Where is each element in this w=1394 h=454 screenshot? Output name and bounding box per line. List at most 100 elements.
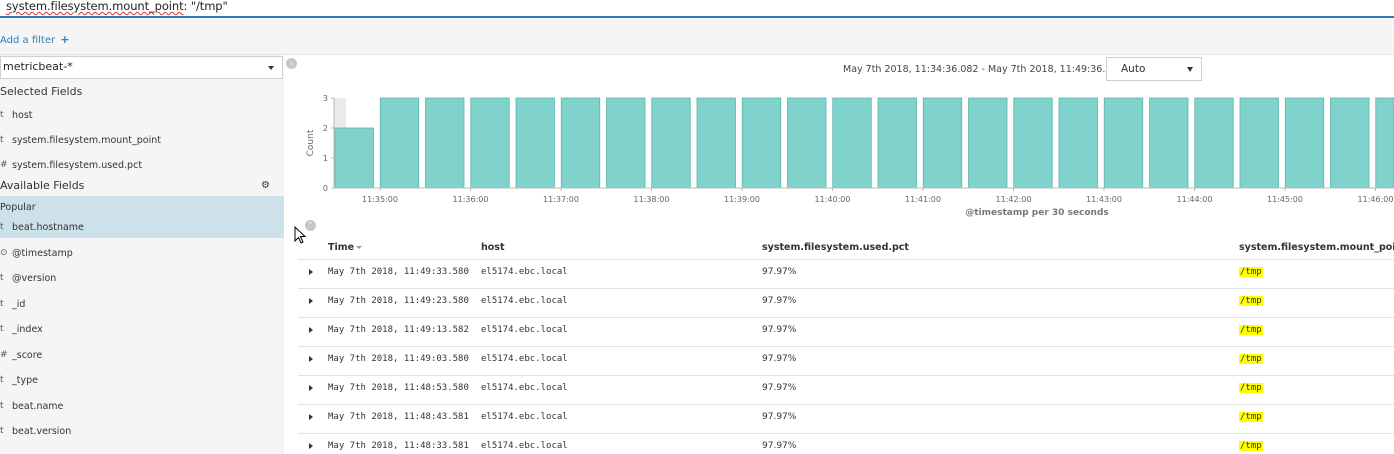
sort-icon[interactable] [356, 246, 363, 249]
x-tick-label: 11:41:00 [905, 195, 941, 204]
cell-mount-point: /tmp [1239, 296, 1263, 306]
available-field-item[interactable]: t beat.version [0, 422, 284, 444]
x-tick-label: 11:35:00 [362, 195, 398, 204]
histogram-bar [515, 97, 555, 189]
table-row[interactable]: May 7th 2018, 11:49:13.582 el5174.ebc.loc… [298, 317, 1394, 346]
cell-host: el5174.ebc.local [481, 267, 568, 277]
selected-field-item[interactable]: t system.filesystem.mount_point [0, 131, 284, 153]
highlighted-match: /tmp [1239, 325, 1263, 335]
histogram-bar [968, 97, 1008, 189]
plus-icon: + [60, 33, 70, 46]
field-name: _id [12, 299, 26, 310]
available-field-item[interactable]: t _index [0, 320, 284, 342]
table-row[interactable]: May 7th 2018, 11:49:03.580 el5174.ebc.loc… [298, 346, 1394, 375]
x-tick-label: 11:38:00 [634, 195, 670, 204]
field-name: @version [12, 273, 57, 284]
field-name: _index [12, 324, 43, 335]
mouse-cursor-icon [294, 226, 306, 244]
collapse-sidebar-icon[interactable]: ‹ [286, 58, 297, 69]
histogram-chart[interactable]: 0 1 2 3 Count 11:35:00 11:36:00 11:37:00 11:38:0… [300, 88, 1394, 220]
histogram-bar [1103, 97, 1144, 189]
available-field-item[interactable]: # _score [0, 346, 284, 368]
y-axis-label: Count [306, 129, 316, 156]
histogram-bar [696, 97, 736, 189]
highlighted-match: /tmp [1239, 412, 1263, 422]
cell-used-pct: 97.97% [762, 412, 797, 422]
cell-time: May 7th 2018, 11:49:03.580 [328, 354, 469, 364]
field-name: _type [12, 375, 38, 386]
cell-used-pct: 97.97% [762, 383, 797, 393]
column-header-used-pct[interactable]: system.filesystem.used.pct [762, 242, 909, 253]
column-header-time[interactable]: Time [328, 242, 363, 253]
expand-row-icon[interactable] [309, 298, 313, 304]
scroll-to-top-icon[interactable]: ˄ [305, 220, 316, 231]
histogram-bar [1149, 97, 1189, 189]
available-field-item[interactable]: t beat.hostname [0, 218, 284, 240]
column-header-host[interactable]: host [481, 242, 505, 253]
available-field-item[interactable]: t @version [0, 269, 284, 291]
available-fields-heading: Available Fields [0, 179, 85, 192]
histogram-bar [379, 97, 420, 189]
field-type-icon: t [0, 135, 4, 145]
histogram-bar [1058, 97, 1098, 189]
expand-row-icon[interactable] [309, 385, 313, 391]
interval-select[interactable]: Auto [1106, 57, 1202, 81]
x-axis-label: @timestamp per 30 seconds [965, 208, 1109, 218]
selected-field-item[interactable]: # system.filesystem.used.pct [0, 156, 284, 178]
query-bar[interactable]: system.filesystem.mount_point: "/tmp" [0, 0, 1394, 18]
caret-down-icon [1187, 67, 1193, 72]
available-field-item[interactable]: t _id [0, 295, 284, 317]
histogram-bar [741, 97, 782, 189]
histogram-bar [560, 97, 601, 189]
cell-used-pct: 97.97% [762, 267, 797, 277]
histogram-bar [606, 97, 646, 189]
x-tick-label: 11:43:00 [1086, 195, 1122, 204]
histogram-bar [1375, 97, 1394, 189]
selected-fields-heading: Selected Fields [0, 85, 83, 98]
selected-field-item[interactable]: t host [0, 106, 284, 128]
x-tick-label: 11:37:00 [543, 195, 579, 204]
highlighted-match: /tmp [1239, 267, 1263, 277]
highlighted-match: /tmp [1239, 441, 1263, 451]
field-name: beat.hostname [12, 222, 84, 233]
table-row[interactable]: May 7th 2018, 11:49:23.580 el5174.ebc.loc… [298, 288, 1394, 317]
expand-row-icon[interactable] [309, 269, 313, 275]
highlighted-match: /tmp [1239, 296, 1263, 306]
expand-row-icon[interactable] [309, 414, 313, 420]
field-name: host [12, 110, 33, 121]
histogram-bar [1194, 97, 1234, 189]
field-name: system.filesystem.used.pct [12, 160, 143, 171]
cell-host: el5174.ebc.local [481, 441, 568, 451]
time-range-label: May 7th 2018, 11:34:36.082 - May 7th 201… [843, 64, 1136, 75]
cell-mount-point: /tmp [1239, 412, 1263, 422]
field-name: system.filesystem.mount_point [12, 135, 162, 146]
column-header-mount-point[interactable]: system.filesystem.mount_point [1239, 242, 1394, 253]
table-row[interactable]: May 7th 2018, 11:48:53.580 el5174.ebc.loc… [298, 375, 1394, 404]
expand-row-icon[interactable] [309, 327, 313, 333]
cell-time: May 7th 2018, 11:49:23.580 [328, 296, 469, 306]
query-input[interactable]: system.filesystem.mount_point: "/tmp" [6, 0, 228, 13]
index-pattern-select[interactable]: metricbeat-* [0, 56, 283, 79]
caret-down-icon [268, 66, 274, 70]
available-field-item[interactable]: ⊙ @timestamp [0, 244, 284, 266]
field-type-icon: # [0, 160, 8, 170]
available-field-item[interactable]: t beat.name [0, 397, 284, 419]
cell-host: el5174.ebc.local [481, 383, 568, 393]
available-field-item[interactable]: t _type [0, 371, 284, 393]
field-type-icon: t [0, 426, 4, 436]
column-header-time-label: Time [328, 242, 355, 253]
histogram-bar [651, 97, 691, 189]
table-row[interactable]: May 7th 2018, 11:48:43.581 el5174.ebc.loc… [298, 404, 1394, 433]
table-row[interactable]: May 7th 2018, 11:48:33.581 el5174.ebc.loc… [298, 433, 1394, 454]
expand-row-icon[interactable] [309, 356, 313, 362]
cell-mount-point: /tmp [1239, 441, 1263, 451]
add-filter-button[interactable]: Add a filter + [0, 33, 70, 46]
x-tick-label: 11:39:00 [724, 195, 760, 204]
gear-icon[interactable]: ⚙ [261, 180, 270, 191]
expand-row-icon[interactable] [309, 443, 313, 449]
field-sidebar: metricbeat-* Selected Fields t host t syste… [0, 55, 284, 454]
cell-time: May 7th 2018, 11:48:43.581 [328, 412, 469, 422]
field-type-icon: t [0, 110, 4, 120]
table-row[interactable]: May 7th 2018, 11:49:33.580 el5174.ebc.loc… [298, 259, 1394, 288]
histogram-bar [1284, 97, 1325, 189]
